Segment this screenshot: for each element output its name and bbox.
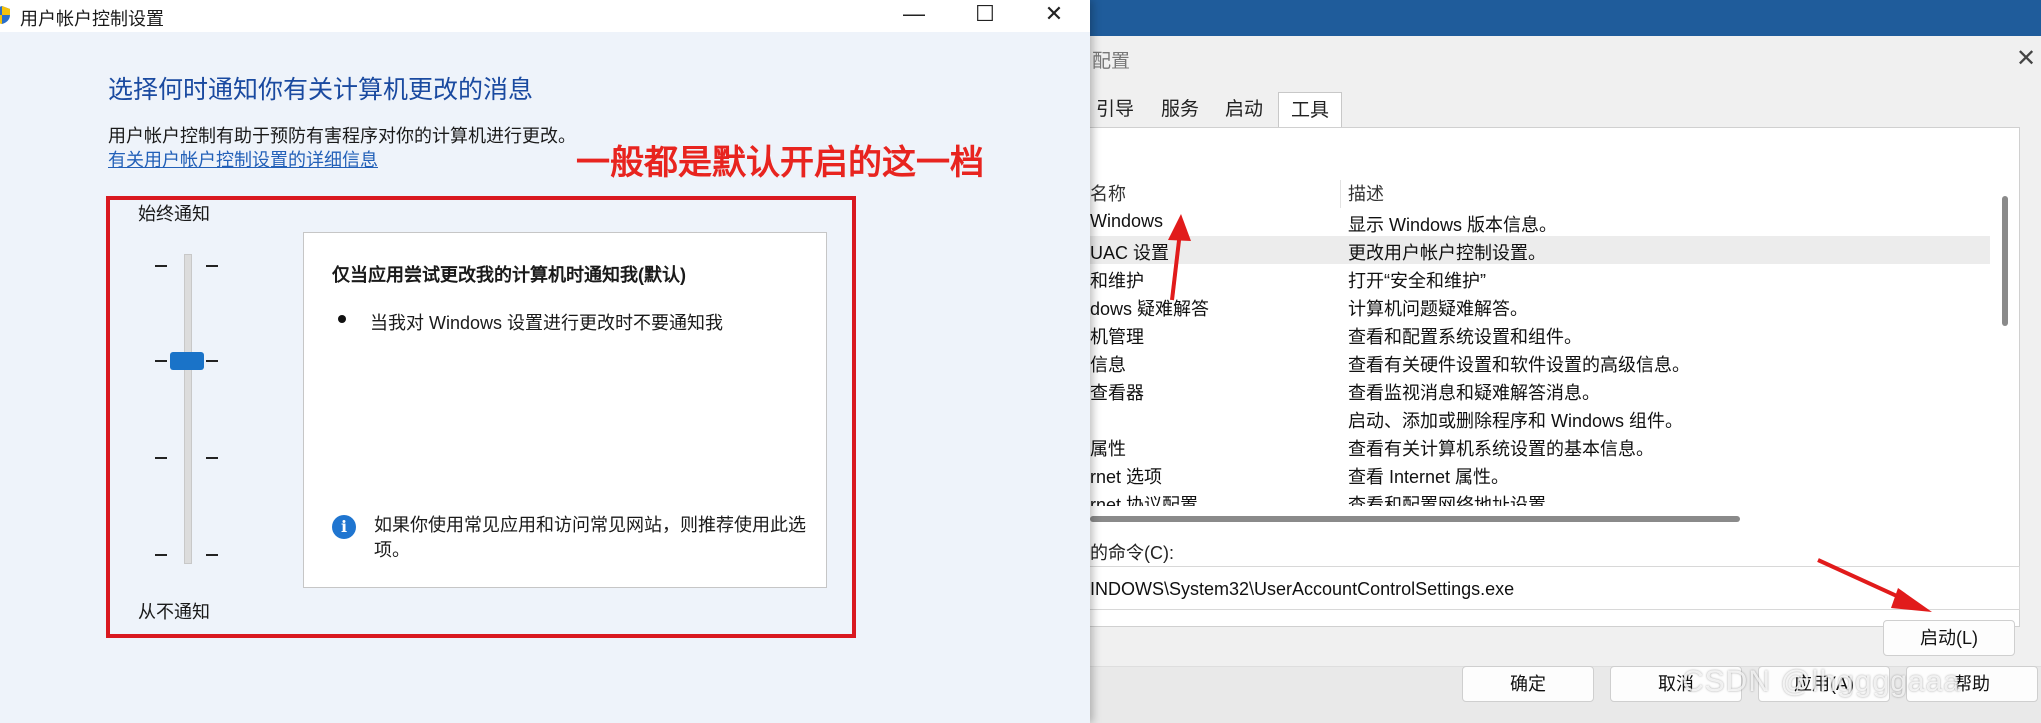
slider-tick (155, 360, 167, 362)
maximize-button[interactable]: ☐ (955, 0, 1015, 30)
column-header-name[interactable]: 名称 (1090, 180, 1126, 206)
level-title: 仅当应用尝试更改我的计算机时通知我(默认) (332, 265, 686, 285)
msconfig-title: 配置 (1092, 51, 1131, 72)
bullet-icon (338, 315, 346, 323)
tool-description: 启动、添加或删除程序和 Windows 组件。 (1348, 411, 1684, 431)
selected-command-value: INDOWS\System32\UserAccountControlSettin… (1090, 579, 1515, 599)
uac-shield-icon (0, 6, 10, 24)
tools-row[interactable]: 机管理 查看和配置系统设置和组件。 (1090, 320, 1990, 348)
tool-description: 查看有关硬件设置和软件设置的高级信息。 (1348, 355, 1690, 375)
msconfig-title-strip (1090, 0, 2041, 36)
tool-name: rnet 选项 (1090, 467, 1163, 487)
uac-details-link[interactable]: 有关用户帐户控制设置的详细信息 (108, 146, 378, 172)
tool-description: 查看和配置系统设置和组件。 (1348, 327, 1582, 347)
tools-row[interactable]: rnet 选项 查看 Internet 属性。 (1090, 460, 1990, 488)
tool-name: 属性 (1090, 439, 1126, 459)
tools-row[interactable]: 属性 查看有关计算机系统设置的基本信息。 (1090, 432, 1990, 460)
column-header-description[interactable]: 描述 (1348, 180, 1384, 206)
level-detail: 当我对 Windows 设置进行更改时不要通知我 (370, 313, 724, 333)
tools-row[interactable]: 信息 查看有关硬件设置和软件设置的高级信息。 (1090, 348, 1990, 376)
tools-row[interactable]: 和维护 打开“安全和维护” (1090, 264, 1990, 292)
slider-track[interactable] (184, 254, 192, 564)
tools-row-selected[interactable]: UAC 设置 更改用户帐户控制设置。 (1090, 236, 1990, 264)
tools-row[interactable]: 启动、添加或删除程序和 Windows 组件。 (1090, 404, 1990, 432)
tool-description: 显示 Windows 版本信息。 (1348, 215, 1558, 235)
tools-row[interactable]: 查看器 查看监视消息和疑难解答消息。 (1090, 376, 1990, 404)
ok-button[interactable]: 确定 (1462, 666, 1594, 702)
notification-level-info: 仅当应用尝试更改我的计算机时通知我(默认) 当我对 Windows 设置进行更改… (303, 232, 827, 588)
recommendation-tip: 如果你使用常见应用和访问常见网站，则推荐使用此选项。 (374, 515, 806, 560)
tool-name: 查看器 (1090, 383, 1144, 403)
slider-tick (206, 360, 218, 362)
uac-description: 用户帐户控制有助于预防有害程序对你的计算机进行更改。 (108, 126, 576, 146)
selected-command-field[interactable]: INDOWS\System32\UserAccountControlSettin… (1090, 566, 2020, 610)
tool-name: 机管理 (1090, 327, 1144, 347)
tools-list[interactable]: 名称 描述 Windows 显示 Windows 版本信息。 UAC 设置 更改用户… (1090, 180, 1990, 506)
uac-heading: 选择何时通知你有关计算机更改的消息 (108, 76, 534, 104)
tools-row[interactable]: Windows 显示 Windows 版本信息。 (1090, 208, 1990, 236)
slider-label-always-notify: 始终通知 (138, 204, 210, 224)
msconfig-window: 配置 ✕ 引导 服务 启动 工具 名称 描述 Windows 显示 Windows… (1090, 36, 2041, 723)
slider-tick (155, 457, 167, 459)
tools-row[interactable]: dows 疑难解答 计算机问题疑难解答。 (1090, 292, 1990, 320)
slider-thumb[interactable] (170, 352, 204, 370)
tool-description: 查看有关计算机系统设置的基本信息。 (1348, 439, 1654, 459)
tool-name: dows 疑难解答 (1090, 299, 1210, 319)
tools-list-vertical-scrollbar[interactable] (2002, 196, 2008, 326)
slider-tick (206, 265, 218, 267)
tool-description: 更改用户帐户控制设置。 (1348, 243, 1546, 263)
tool-description: 查看监视消息和疑难解答消息。 (1348, 383, 1600, 403)
slider-tick (206, 457, 218, 459)
close-button[interactable]: ✕ (1024, 0, 1084, 30)
selected-command-label: 的命令(C): (1090, 543, 1174, 563)
annotation-text: 一般都是默认开启的这一档 (576, 144, 984, 182)
uac-window-title: 用户帐户控制设置 (20, 9, 164, 29)
tab-services[interactable]: 服务 (1152, 92, 1208, 128)
tab-tools[interactable]: 工具 (1278, 92, 1342, 128)
tool-description: 打开“安全和维护” (1348, 271, 1486, 291)
info-icon: i (332, 515, 356, 539)
slider-label-never-notify: 从不通知 (138, 602, 210, 622)
uac-title-bar[interactable]: 用户帐户控制设置 — ☐ ✕ (0, 0, 1090, 32)
tool-description: 查看和配置网络地址设置。 (1348, 495, 1564, 506)
tool-name: 信息 (1090, 355, 1126, 375)
tool-name: rnet 协议配置 (1090, 495, 1199, 506)
slider-tick (206, 554, 218, 556)
tools-row[interactable]: rnet 协议配置 查看和配置网络地址设置。 (1090, 488, 1990, 506)
tool-name: UAC 设置 (1090, 243, 1170, 263)
tab-boot[interactable]: 引导 (1090, 92, 1140, 128)
column-separator[interactable] (1340, 180, 1341, 208)
msconfig-close-button[interactable]: ✕ (2011, 44, 2041, 74)
tab-startup[interactable]: 启动 (1216, 92, 1272, 128)
minimize-button[interactable]: — (884, 0, 944, 30)
slider-tick (155, 554, 167, 556)
tool-name: 和维护 (1090, 271, 1144, 291)
tools-list-horizontal-scrollbar[interactable] (1090, 516, 1740, 522)
launch-button[interactable]: 启动(L) (1883, 620, 2015, 656)
slider-tick (155, 265, 167, 267)
tool-description: 查看 Internet 属性。 (1348, 467, 1510, 487)
tool-name: Windows (1090, 211, 1164, 231)
tool-description: 计算机问题疑难解答。 (1348, 299, 1528, 319)
csdn-watermark: CSDN @lhggggaaa (1682, 665, 1961, 698)
uac-settings-window: 用户帐户控制设置 — ☐ ✕ 选择何时通知你有关计算机更改的消息 用户帐户控制有… (0, 0, 1090, 723)
